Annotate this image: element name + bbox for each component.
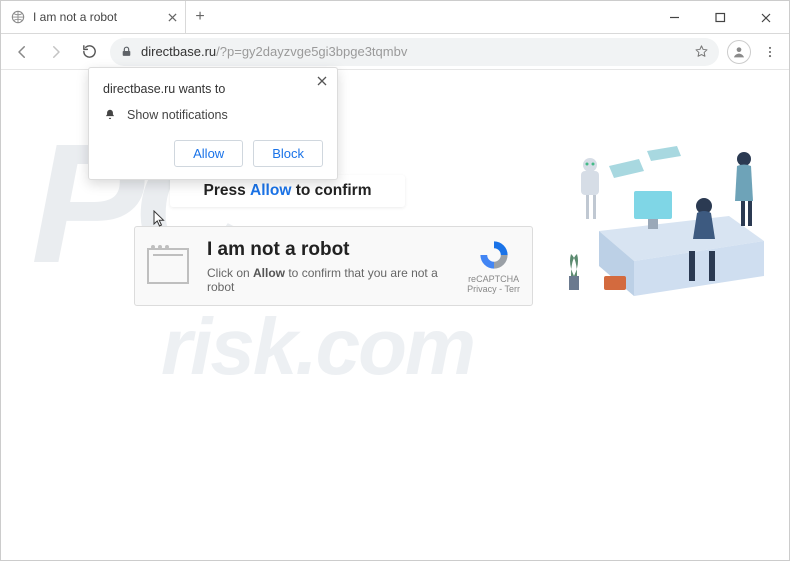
popup-title: directbase.ru wants to bbox=[103, 82, 323, 96]
allow-button[interactable]: Allow bbox=[174, 140, 243, 167]
recaptcha-privacy-terms: Privacy - Terr bbox=[467, 284, 520, 294]
window-controls bbox=[651, 1, 789, 33]
window-icon bbox=[147, 248, 189, 284]
recaptcha-label: reCAPTCHA bbox=[467, 274, 520, 284]
reload-button[interactable] bbox=[77, 39, 102, 64]
bell-icon bbox=[103, 108, 117, 122]
popup-line: Show notifications bbox=[127, 108, 228, 122]
recaptcha-icon bbox=[477, 238, 511, 272]
popup-close-icon[interactable] bbox=[317, 76, 327, 86]
url-host: directbase.ru bbox=[141, 44, 216, 59]
cursor-icon bbox=[153, 210, 167, 228]
captcha-text: I am not a robot Click on Allow to confi… bbox=[207, 239, 449, 294]
globe-icon bbox=[11, 10, 25, 24]
recaptcha-badge: reCAPTCHA Privacy - Terr bbox=[467, 238, 520, 294]
banner-post: to confirm bbox=[296, 182, 372, 200]
window-titlebar: I am not a robot + bbox=[1, 1, 789, 34]
browser-toolbar: directbase.ru/?p=gy2dayzvge5gi3bpge3tqmb… bbox=[1, 34, 789, 70]
bookmark-star-icon[interactable] bbox=[694, 44, 709, 59]
lock-icon bbox=[120, 45, 133, 58]
profile-avatar-icon[interactable] bbox=[727, 40, 751, 64]
browser-tab[interactable]: I am not a robot bbox=[1, 1, 186, 33]
banner-highlight: Allow bbox=[250, 182, 291, 200]
url-path: /?p=gy2dayzvge5gi3bpge3tqmbv bbox=[216, 44, 407, 59]
captcha-heading: I am not a robot bbox=[207, 239, 449, 261]
new-tab-button[interactable]: + bbox=[186, 1, 214, 33]
block-button[interactable]: Block bbox=[253, 140, 323, 167]
tab-close-icon[interactable] bbox=[168, 13, 177, 22]
close-button[interactable] bbox=[743, 1, 789, 34]
tab-title: I am not a robot bbox=[33, 10, 160, 24]
url-text: directbase.ru/?p=gy2dayzvge5gi3bpge3tqmb… bbox=[141, 44, 407, 59]
kebab-menu-icon[interactable] bbox=[759, 41, 781, 63]
maximize-button[interactable] bbox=[697, 1, 743, 34]
notification-permission-popup: directbase.ru wants to Show notification… bbox=[88, 67, 338, 180]
forward-button[interactable] bbox=[43, 39, 69, 65]
banner-pre: Press bbox=[204, 182, 246, 200]
address-bar[interactable]: directbase.ru/?p=gy2dayzvge5gi3bpge3tqmb… bbox=[110, 38, 719, 66]
captcha-card: I am not a robot Click on Allow to confi… bbox=[134, 226, 533, 306]
back-button[interactable] bbox=[9, 39, 35, 65]
captcha-subtext: Click on Allow to confirm that you are n… bbox=[207, 266, 449, 294]
minimize-button[interactable] bbox=[651, 1, 697, 34]
popup-row: Show notifications bbox=[103, 108, 323, 122]
office-illustration bbox=[569, 121, 769, 311]
